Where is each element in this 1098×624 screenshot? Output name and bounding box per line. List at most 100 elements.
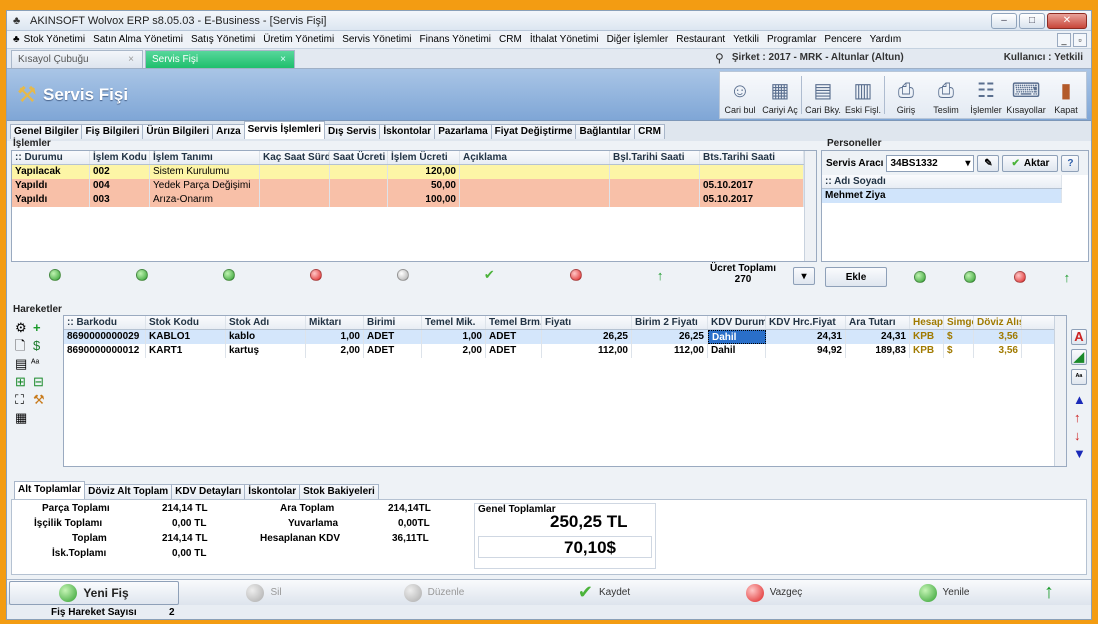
- menu-yetkili[interactable]: Yetkili: [733, 34, 759, 45]
- col-fiyat[interactable]: Fiyatı: [542, 316, 632, 329]
- kaydet-button[interactable]: ✔ Kaydet: [519, 581, 689, 605]
- tab-genel-bilgiler[interactable]: Genel Bilgiler: [10, 124, 83, 139]
- menu-satin-alma[interactable]: Satın Alma Yönetimi: [93, 34, 183, 45]
- dollar-icon[interactable]: $: [33, 339, 40, 353]
- tab-alt-toplamlar[interactable]: Alt Toplamlar: [14, 481, 86, 499]
- add-box-icon[interactable]: ⊞: [15, 375, 26, 389]
- up-arrow-icon[interactable]: ↑: [657, 268, 664, 283]
- table-row[interactable]: Yapıldı 003 Arıza-Onarım 100,00 05.10.20…: [12, 193, 816, 207]
- col-kdv-durumu[interactable]: KDV Durumu: [708, 316, 766, 329]
- table-row[interactable]: 8690000000029 KABLO1 kablo 1,00 ADET 1,0…: [64, 330, 1066, 344]
- col-temel-brm[interactable]: Temel Brm.: [486, 316, 542, 329]
- settings-icon[interactable]: ⚙: [15, 321, 27, 335]
- col-stok-kodu[interactable]: Stok Kodu: [146, 316, 226, 329]
- scroll-up-button[interactable]: ↑: [1029, 581, 1069, 605]
- menu-yardim[interactable]: Yardım: [870, 34, 902, 45]
- maximize-button[interactable]: □: [1019, 12, 1045, 29]
- text-icon[interactable]: ᴬᵃ: [1071, 369, 1087, 385]
- col-kac-saat[interactable]: Kaç Saat Sürdü: [260, 151, 330, 164]
- duzenle-button[interactable]: Düzenle: [349, 581, 519, 605]
- servis-araci-select[interactable]: 34BS1332 ▾: [886, 154, 975, 172]
- table-row[interactable]: Yapılacak 002 Sistem Kurulumu 120,00: [12, 165, 816, 179]
- binoculars-icon[interactable]: ⛶: [15, 393, 24, 407]
- col-simge[interactable]: Simge: [944, 316, 974, 329]
- giris-button[interactable]: ⎙ Giriş: [886, 72, 926, 118]
- cari-bky-button[interactable]: ▤ Cari Bky.: [803, 72, 843, 118]
- tab-doviz-alt-toplam[interactable]: Döviz Alt Toplam: [84, 484, 173, 499]
- menu-restaurant[interactable]: Restaurant: [676, 34, 725, 45]
- table-row[interactable]: Yapıldı 004 Yedek Parça Değişimi 50,00 0…: [12, 179, 816, 193]
- col-miktar[interactable]: Miktarı: [306, 316, 364, 329]
- col-bsl-tarih[interactable]: Bşl.Tarihi Saati: [610, 151, 700, 164]
- sil-button[interactable]: Sil: [179, 581, 349, 605]
- col-barkod[interactable]: :: Barkodu: [64, 316, 146, 329]
- table-row[interactable]: 8690000000012 KART1 kartuş 2,00 ADET 2,0…: [64, 344, 1066, 358]
- list-item[interactable]: Mehmet Ziya: [822, 189, 1062, 203]
- tab-crm[interactable]: CRM: [634, 124, 665, 139]
- font-icon[interactable]: A: [1071, 329, 1087, 345]
- close-icon[interactable]: ×: [280, 54, 286, 65]
- islemler-scrollbar[interactable]: [804, 151, 816, 261]
- add-icon[interactable]: [913, 271, 926, 283]
- help-button[interactable]: ?: [1061, 154, 1080, 172]
- ekle-button[interactable]: Ekle: [825, 267, 887, 287]
- minimize-button[interactable]: –: [991, 12, 1017, 29]
- calculator-icon[interactable]: ▦: [15, 411, 27, 425]
- yeni-fis-button[interactable]: Yeni Fiş: [9, 580, 179, 605]
- col-birim2-fiyat[interactable]: Birim 2 Fiyatı: [632, 316, 708, 329]
- col-stok-adi[interactable]: Stok Adı: [226, 316, 306, 329]
- image-icon[interactable]: ◢: [1071, 349, 1087, 365]
- islemler-button[interactable]: ☷ İşlemler: [966, 72, 1006, 118]
- col-ara-tutar[interactable]: Ara Tutarı: [846, 316, 910, 329]
- tab-servis-fisi[interactable]: Servis Fişi ×: [145, 50, 295, 68]
- col-islem-tanimi[interactable]: İşlem Tanımı: [150, 151, 260, 164]
- remove-icon[interactable]: [309, 269, 322, 281]
- col-durumu[interactable]: :: Durumu: [12, 151, 90, 164]
- cancel-icon[interactable]: [569, 269, 582, 281]
- close-window-button[interactable]: ✕: [1047, 12, 1087, 29]
- col-islem-ucreti[interactable]: İşlem Ücreti: [388, 151, 460, 164]
- hareketler-scrollbar[interactable]: [1054, 316, 1066, 466]
- tab-fiyat-degistirme[interactable]: Fiyat Değiştirme: [490, 124, 577, 139]
- tab-ariza[interactable]: Arıza: [212, 124, 245, 139]
- remove-icon[interactable]: [1013, 271, 1026, 283]
- menu-stok[interactable]: Stok Yönetimi: [24, 34, 86, 45]
- tab-iskontolar-bottom[interactable]: İskontolar: [244, 484, 301, 499]
- tab-iskontolar[interactable]: İskontolar: [379, 124, 436, 139]
- tools-icon[interactable]: ⚒: [33, 393, 45, 407]
- tab-fis-bilgileri[interactable]: Fiş Bilgileri: [81, 124, 144, 139]
- vazgec-button[interactable]: Vazgeç: [689, 581, 859, 605]
- col-temel-mik[interactable]: Temel Mik.: [422, 316, 486, 329]
- eski-fisler-button[interactable]: ▥ Eski Fişl.: [843, 72, 883, 118]
- move-down-icon[interactable]: ↓: [1074, 429, 1081, 443]
- col-bts-tarih[interactable]: Bts.Tarihi Saati: [700, 151, 804, 164]
- col-aciklama[interactable]: Açıklama: [460, 151, 610, 164]
- move-up-icon[interactable]: ↑: [1074, 411, 1081, 425]
- tab-stok-bakiyeleri[interactable]: Stok Bakiyeleri: [299, 484, 379, 499]
- cari-ac-button[interactable]: ▦ Cariyi Aç: [760, 72, 800, 118]
- edit-button[interactable]: ✎: [977, 154, 1000, 172]
- close-icon[interactable]: ×: [128, 54, 134, 65]
- tab-kisayol[interactable]: Kısayol Çubuğu ×: [11, 50, 143, 68]
- clear-icon[interactable]: [396, 269, 409, 281]
- add-row-icon[interactable]: [48, 269, 61, 281]
- tab-servis-islemleri[interactable]: Servis İşlemleri: [243, 121, 326, 139]
- col-saat-ucreti[interactable]: Saat Ücreti: [330, 151, 388, 164]
- menu-uretim[interactable]: Üretim Yönetimi: [263, 34, 334, 45]
- col-islem-kodu[interactable]: İşlem Kodu: [90, 151, 150, 164]
- kisayollar-button[interactable]: ⌨ Kısayollar: [1006, 72, 1046, 118]
- text-icon[interactable]: ᴬᵃ: [31, 357, 39, 371]
- tab-baglantilar[interactable]: Bağlantılar: [575, 124, 636, 139]
- document-icon[interactable]: ▤: [15, 357, 27, 371]
- check-icon[interactable]: ✔: [484, 267, 495, 283]
- search-icon[interactable]: ⚲: [715, 52, 724, 64]
- menu-crm[interactable]: CRM: [499, 34, 522, 45]
- tab-pazarlama[interactable]: Pazarlama: [434, 124, 492, 139]
- kapat-button[interactable]: ▮ Kapat: [1046, 72, 1086, 118]
- new-document-icon[interactable]: 🗋: [15, 339, 25, 353]
- col-adi-soyadi[interactable]: :: Adı Soyadı: [822, 175, 1062, 188]
- plus-icon[interactable]: +: [33, 321, 41, 335]
- tab-dis-servis[interactable]: Dış Servis: [324, 124, 381, 139]
- menu-diger[interactable]: Diğer İşlemler: [607, 34, 669, 45]
- cell-kdv-durumu[interactable]: Dahil: [708, 330, 766, 344]
